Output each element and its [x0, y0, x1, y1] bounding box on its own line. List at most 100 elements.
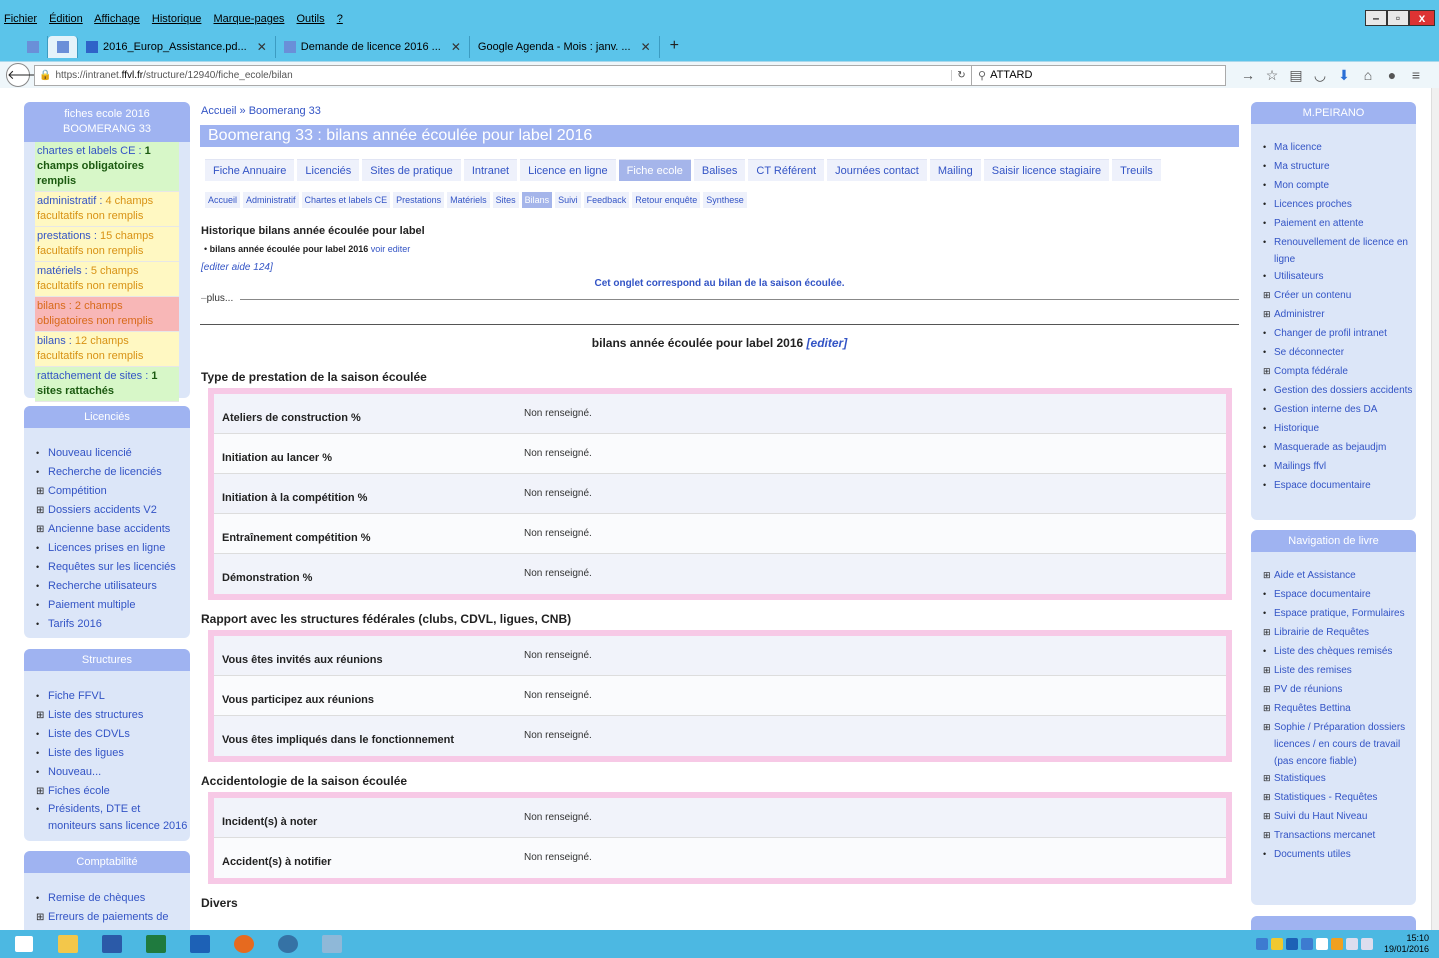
- menu-item-utilisateurs[interactable]: • Utilisateurs: [1251, 268, 1416, 287]
- volume-icon[interactable]: [1360, 938, 1373, 950]
- menu-item-suivi-du-haut-niveau[interactable]: ⊞ Suivi du Haut Niveau: [1251, 808, 1416, 827]
- menu-item-aide-et-assistance[interactable]: ⊞ Aide et Assistance: [1251, 567, 1416, 586]
- menu-item-licences-proches[interactable]: • Licences proches: [1251, 196, 1416, 215]
- plus-label[interactable]: –plus...: [201, 293, 237, 304]
- sidebar-item-fiche-ffvl[interactable]: • Fiche FFVL: [24, 687, 190, 706]
- menu-item-ma-structure[interactable]: • Ma structure: [1251, 158, 1416, 177]
- menu-item-statistiques-requetes[interactable]: ⊞ Statistiques - Requêtes: [1251, 789, 1416, 808]
- subtab-administratif[interactable]: Administratif: [243, 192, 299, 208]
- subtab-materiels[interactable]: Matériels: [447, 192, 490, 208]
- sidebar-item-remise-de-cheques[interactable]: • Remise de chèques: [24, 889, 190, 908]
- sidebar-item-nouveau-licencie[interactable]: • Nouveau licencié: [24, 444, 190, 463]
- tab-balises[interactable]: Balises: [693, 159, 746, 181]
- sidebar-item-liste-des-structures[interactable]: ⊞ Liste des structures: [24, 706, 190, 725]
- bookmark-star-icon[interactable]: ☆: [1261, 67, 1283, 84]
- sidebar-item-recherche-de-licencies[interactable]: • Recherche de licenciés: [24, 463, 190, 482]
- fiche-status-item[interactable]: rattachement de sites : 1 sites rattaché…: [35, 367, 179, 402]
- menu-item-gestion-interne-des-da[interactable]: • Gestion interne des DA: [1251, 401, 1416, 420]
- taskbar-app[interactable]: [312, 931, 352, 957]
- pinned-tab-2[interactable]: [48, 36, 78, 58]
- tab-mailing[interactable]: Mailing: [929, 159, 981, 181]
- back-button[interactable]: 🡐: [6, 63, 42, 87]
- sidebar-item-paiement-multiple[interactable]: • Paiement multiple: [24, 596, 190, 615]
- taskbar-excel[interactable]: [136, 931, 176, 957]
- sidebar-item-erreurs-de-paiements-de[interactable]: ⊞ Erreurs de paiements de: [24, 908, 190, 927]
- menu-item-pv-de-reunions[interactable]: ⊞ PV de réunions: [1251, 681, 1416, 700]
- tab-journees-contact[interactable]: Journées contact: [827, 159, 927, 181]
- subtab-bilans[interactable]: Bilans: [521, 192, 553, 208]
- fiche-status-item[interactable]: bilans : 2 champs obligatoires non rempl…: [35, 297, 179, 332]
- tab-fiche-ecole[interactable]: Fiche ecole: [618, 159, 691, 181]
- reading-list-icon[interactable]: ▤: [1285, 67, 1307, 84]
- maximize-button[interactable]: ▫: [1387, 10, 1409, 26]
- sidebar-item-tarifs-2016[interactable]: • Tarifs 2016: [24, 615, 190, 634]
- menu-item-espace-documentaire[interactable]: • Espace documentaire: [1251, 586, 1416, 605]
- tab-sites-de-pratique[interactable]: Sites de pratique: [362, 159, 461, 181]
- download-icon[interactable]: ⬇: [1333, 67, 1355, 84]
- menu-item-compta-federale[interactable]: ⊞ Compta fédérale: [1251, 363, 1416, 382]
- taskbar-explorer[interactable]: [48, 931, 88, 957]
- menu-item-documents-utiles[interactable]: • Documents utiles: [1251, 846, 1416, 865]
- taskbar-firefox[interactable]: [224, 931, 264, 957]
- tab-demande-licence[interactable]: Demande de licence 2016 ... ✕: [276, 36, 470, 58]
- subtab-retour-enquete[interactable]: Retour enquête: [632, 192, 701, 208]
- tray-icon[interactable]: [1300, 938, 1313, 950]
- sidebar-item-recherche-utilisateurs[interactable]: • Recherche utilisateurs: [24, 577, 190, 596]
- menu-edition[interactable]: Édition: [49, 13, 83, 25]
- sidebar-item-liste-des-ligues[interactable]: • Liste des ligues: [24, 744, 190, 763]
- tab-europ-assistance[interactable]: 2016_Europ_Assistance.pd... ✕: [78, 36, 276, 58]
- sidebar-item-liste-des-cdvls[interactable]: • Liste des CDVLs: [24, 725, 190, 744]
- scrollbar[interactable]: [1431, 88, 1439, 930]
- taskbar-word[interactable]: [92, 931, 132, 957]
- flag-icon[interactable]: [1315, 938, 1328, 950]
- sidebar-item-dossiers-accidents-v2[interactable]: ⊞ Dossiers accidents V2: [24, 501, 190, 520]
- menu-item-transactions-mercanet[interactable]: ⊞ Transactions mercanet: [1251, 827, 1416, 846]
- menu-affichage[interactable]: Affichage: [94, 13, 140, 25]
- menu-item-espace-documentaire[interactable]: • Espace documentaire: [1251, 477, 1416, 496]
- menu-item-espace-pratique-formulaires[interactable]: • Espace pratique, Formulaires: [1251, 605, 1416, 624]
- menu-item-se-deconnecter[interactable]: • Se déconnecter: [1251, 344, 1416, 363]
- menu-icon[interactable]: ≡: [1405, 67, 1427, 84]
- close-tab-icon[interactable]: ✕: [257, 40, 267, 54]
- menu-item-changer-de-profil-intranet[interactable]: • Changer de profil intranet: [1251, 325, 1416, 344]
- tab-licence-en-ligne[interactable]: Licence en ligne: [520, 159, 616, 181]
- tab-licencies[interactable]: Licenciés: [297, 159, 360, 181]
- search-input[interactable]: ⚲ ATTARD: [972, 64, 1226, 86]
- tab-google-agenda[interactable]: Google Agenda - Mois : janv. ... ✕: [470, 36, 660, 58]
- menu-historique[interactable]: Historique: [152, 13, 202, 25]
- arrow-right-icon[interactable]: →: [1237, 67, 1259, 84]
- breadcrumb[interactable]: Accueil » Boomerang 33: [201, 105, 321, 117]
- tray-icon[interactable]: [1270, 938, 1283, 950]
- menu-item-librairie-de-requetes[interactable]: ⊞ Librairie de Requêtes: [1251, 624, 1416, 643]
- subtab-sites[interactable]: Sites: [492, 192, 519, 208]
- menu-item-masquerade-as-bejaudjm[interactable]: • Masquerade as bejaudjm: [1251, 439, 1416, 458]
- fiche-status-item[interactable]: administratif : 4 champs facultatifs non…: [35, 192, 179, 227]
- sidebar-item-presidents-dte-et-moniteurs-sans-licence-2016[interactable]: • Présidents, DTE et moniteurs sans licen…: [24, 801, 190, 835]
- subtab-suivi[interactable]: Suivi: [555, 192, 581, 208]
- sidebar-item-competition[interactable]: ⊞ Compétition: [24, 482, 190, 501]
- close-tab-icon[interactable]: ✕: [451, 40, 461, 54]
- subtab-prestations[interactable]: Prestations: [393, 192, 445, 208]
- subtab-feedback[interactable]: Feedback: [583, 192, 630, 208]
- menu-item-statistiques[interactable]: ⊞ Statistiques: [1251, 770, 1416, 789]
- fiche-status-item[interactable]: prestations : 15 champs facultatifs non …: [35, 227, 179, 262]
- tab-intranet[interactable]: Intranet: [463, 159, 518, 181]
- tab-saisir-licence-stagiaire[interactable]: Saisir licence stagiaire: [983, 159, 1110, 181]
- edit-help-link[interactable]: [editer aide 124]: [201, 262, 273, 273]
- menu-item-liste-des-remises[interactable]: ⊞ Liste des remises: [1251, 662, 1416, 681]
- fiche-status-item[interactable]: chartes et labels CE : 1 champs obligato…: [35, 142, 179, 192]
- tab-treuils[interactable]: Treuils: [1112, 159, 1161, 181]
- menu-item-renouvellement-de-licence-en-ligne[interactable]: • Renouvellement de licence en ligne: [1251, 234, 1416, 268]
- plus-toggle[interactable]: –plus...: [200, 293, 1239, 305]
- subtab-chartes-et-labels-ce[interactable]: Chartes et labels CE: [301, 192, 391, 208]
- tray-icon[interactable]: [1285, 938, 1298, 950]
- tab-fiche-annuaire[interactable]: Fiche Annuaire: [205, 159, 295, 181]
- sidebar-item-licences-prises-en-ligne[interactable]: • Licences prises en ligne: [24, 539, 190, 558]
- menu-item-liste-des-cheques-remises[interactable]: • Liste des chèques remisés: [1251, 643, 1416, 662]
- new-tab-button[interactable]: +: [660, 36, 689, 58]
- pinned-tab-1[interactable]: [18, 36, 48, 58]
- url-bar[interactable]: 🔒 https://intranet. ffvl.fr/structure/129…: [34, 64, 972, 86]
- network-icon[interactable]: [1345, 938, 1358, 950]
- menu-item-historique[interactable]: • Historique: [1251, 420, 1416, 439]
- minimize-button[interactable]: –: [1365, 10, 1387, 26]
